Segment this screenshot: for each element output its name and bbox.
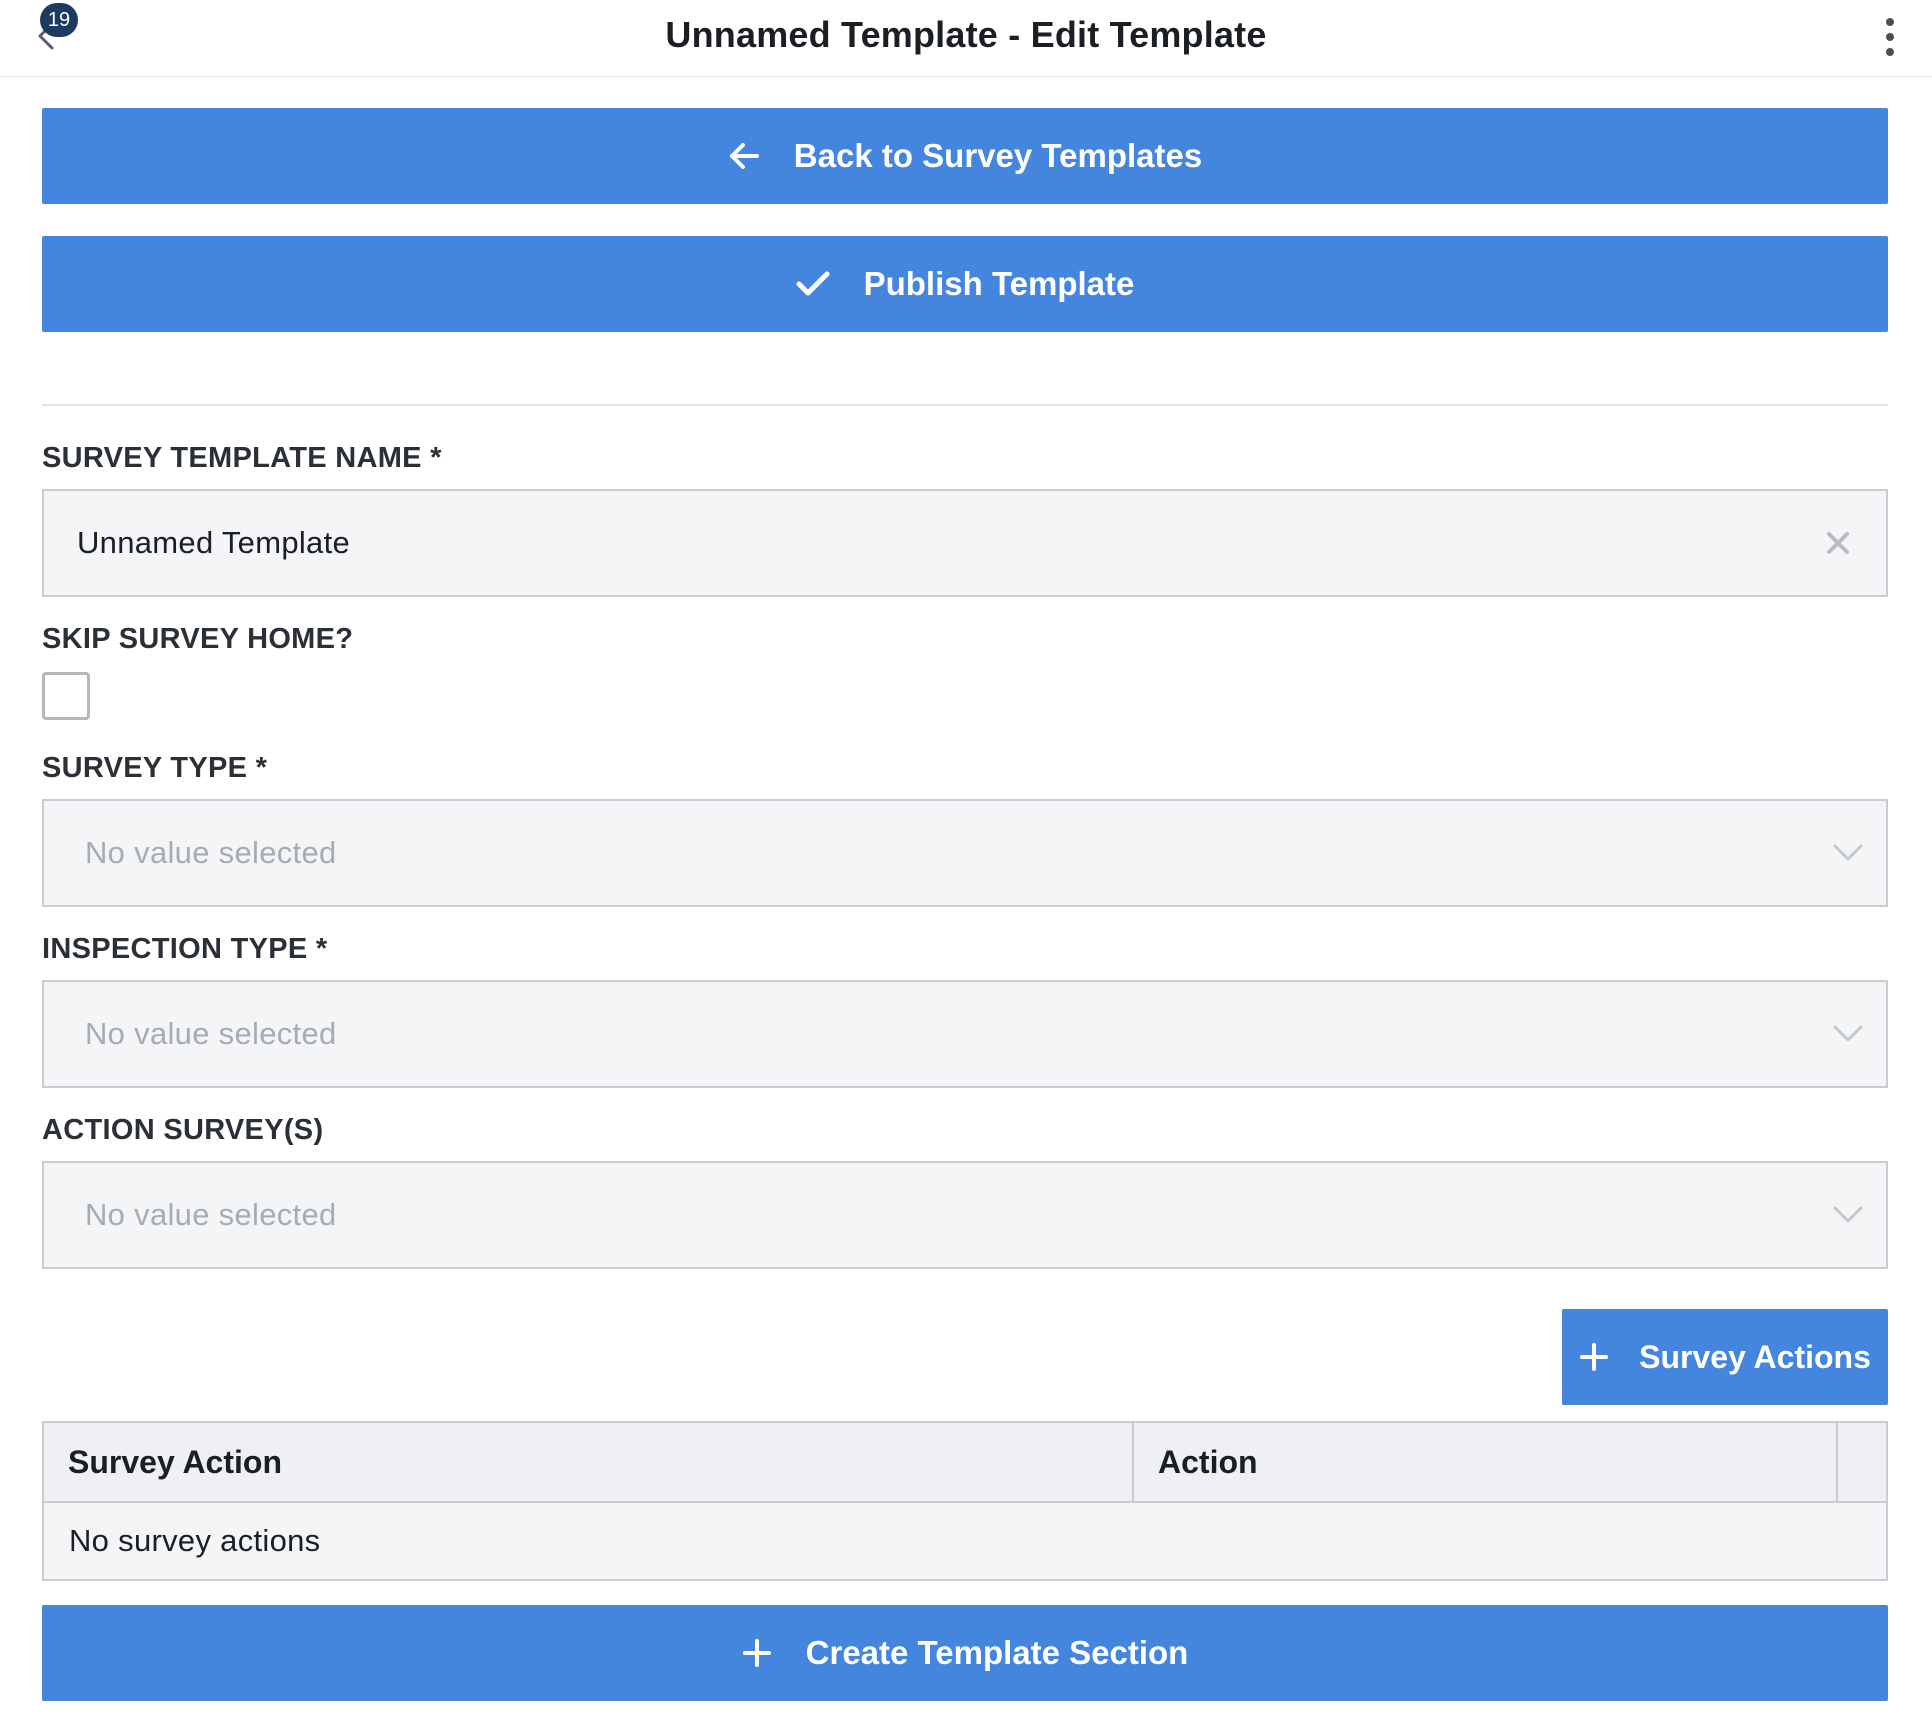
action-surveys-select[interactable]: No value selected <box>42 1161 1888 1269</box>
page-title: Unnamed Template - Edit Template <box>665 14 1267 55</box>
action-surveys-placeholder: No value selected <box>85 1197 337 1232</box>
inspection-type-label: INSPECTION TYPE * <box>42 933 328 965</box>
plus-icon <box>742 1638 772 1668</box>
kebab-dot-icon <box>1886 33 1894 41</box>
publish-template-button[interactable]: Publish Template <box>42 236 1888 332</box>
section-divider <box>42 404 1888 406</box>
column-header-action: Action <box>1134 1423 1838 1501</box>
app-header: 19 Unnamed Template - Edit Template <box>0 0 1932 77</box>
inspection-type-select[interactable]: No value selected <box>42 980 1888 1088</box>
chevron-down-icon <box>1833 1206 1863 1223</box>
survey-actions-toolbar: Survey Actions <box>42 1309 1888 1405</box>
checkmark-icon <box>796 271 830 297</box>
add-survey-action-button[interactable]: Survey Actions <box>1562 1309 1888 1405</box>
chevron-down-icon <box>1833 844 1863 861</box>
publish-button-label: Publish Template <box>863 265 1135 302</box>
survey-actions-button-label: Survey Actions <box>1639 1338 1871 1375</box>
skip-survey-home-label: SKIP SURVEY HOME? <box>42 623 354 655</box>
back-to-survey-templates-button[interactable]: Back to Survey Templates <box>42 108 1888 204</box>
back-button-label: Back to Survey Templates <box>793 137 1203 174</box>
table-empty-row: No survey actions <box>69 1523 321 1558</box>
arrow-left-icon <box>728 141 760 171</box>
action-surveys-label: ACTION SURVEY(S) <box>42 1114 324 1146</box>
clear-icon[interactable] <box>1824 529 1852 557</box>
template-name-input[interactable]: Unnamed Template <box>42 489 1888 597</box>
column-header-empty <box>1838 1423 1886 1501</box>
kebab-dot-icon <box>1886 18 1894 26</box>
inspection-type-placeholder: No value selected <box>85 1016 337 1051</box>
edit-template-form: Back to Survey Templates Publish Templat… <box>42 108 1888 1701</box>
plus-icon <box>1579 1342 1609 1372</box>
kebab-dot-icon <box>1886 48 1894 56</box>
create-template-section-button[interactable]: Create Template Section <box>42 1605 1888 1701</box>
template-name-value: Unnamed Template <box>77 525 351 560</box>
chevron-down-icon <box>1833 1025 1863 1042</box>
create-section-button-label: Create Template Section <box>805 1634 1189 1671</box>
survey-actions-table: Survey Action Action No survey actions <box>42 1421 1888 1581</box>
survey-type-select[interactable]: No value selected <box>42 799 1888 907</box>
survey-type-label: SURVEY TYPE * <box>42 752 268 784</box>
survey-type-placeholder: No value selected <box>85 835 337 870</box>
more-options-button[interactable] <box>1870 14 1910 60</box>
table-header: Survey Action Action <box>44 1423 1886 1503</box>
template-name-label: SURVEY TEMPLATE NAME * <box>42 442 442 474</box>
skip-survey-home-checkbox[interactable] <box>42 672 90 720</box>
column-header-survey-action: Survey Action <box>44 1423 1134 1501</box>
